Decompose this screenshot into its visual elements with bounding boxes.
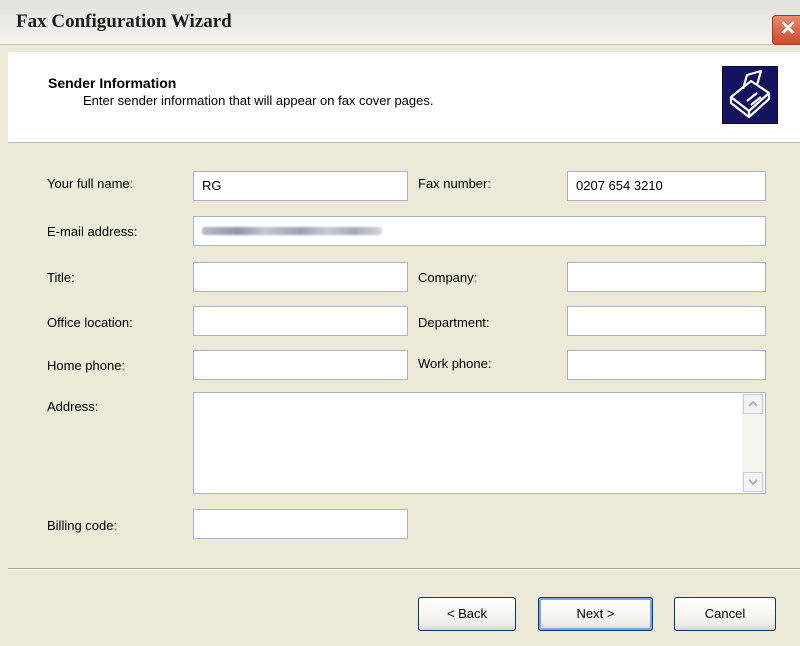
window-title: Fax Configuration Wizard xyxy=(16,11,232,32)
billing-code-input[interactable] xyxy=(193,509,408,539)
page-title: Sender Information xyxy=(48,75,177,91)
home-phone-input[interactable] xyxy=(193,350,408,380)
company-label: Company: xyxy=(418,270,478,285)
work-phone-input[interactable] xyxy=(567,350,766,380)
wizard-header: Sender Information Enter sender informat… xyxy=(8,52,800,143)
address-scrollbar[interactable] xyxy=(742,394,764,492)
chevron-down-icon xyxy=(748,479,758,486)
fax-number-input[interactable]: 0207 654 3210 xyxy=(567,171,766,201)
billing-code-label: Billing code: xyxy=(47,518,118,533)
work-phone-label: Work phone: xyxy=(418,356,492,371)
email-label: E-mail address: xyxy=(47,224,138,239)
address-label: Address: xyxy=(47,399,99,414)
footer-separator xyxy=(8,568,800,570)
scroll-up-button[interactable] xyxy=(743,394,763,414)
title-label: Title: xyxy=(47,270,75,285)
chevron-up-icon xyxy=(748,400,758,407)
fax-number-label: Fax number: xyxy=(418,176,491,191)
next-button[interactable]: Next > xyxy=(538,597,653,631)
home-phone-label: Home phone: xyxy=(47,358,126,373)
back-button[interactable]: < Back xyxy=(418,597,516,631)
department-input[interactable] xyxy=(567,306,766,336)
full-name-label: Your full name: xyxy=(47,176,134,191)
fax-machine-icon xyxy=(722,66,778,124)
cancel-button[interactable]: Cancel xyxy=(674,597,776,631)
company-input[interactable] xyxy=(567,262,766,292)
close-button[interactable]: ✕ xyxy=(772,15,800,45)
full-name-input[interactable]: RG xyxy=(193,171,408,201)
page-subtitle: Enter sender information that will appea… xyxy=(83,93,434,108)
redacted-email xyxy=(202,227,382,235)
department-label: Department: xyxy=(418,315,490,330)
office-location-input[interactable] xyxy=(193,306,408,336)
address-textarea[interactable] xyxy=(193,392,766,494)
email-input[interactable] xyxy=(193,216,766,246)
office-location-label: Office location: xyxy=(47,315,133,330)
close-icon: ✕ xyxy=(779,18,797,40)
title-input[interactable] xyxy=(193,262,408,292)
title-bar: Fax Configuration Wizard ✕ xyxy=(0,0,800,45)
scroll-down-button[interactable] xyxy=(743,472,763,492)
